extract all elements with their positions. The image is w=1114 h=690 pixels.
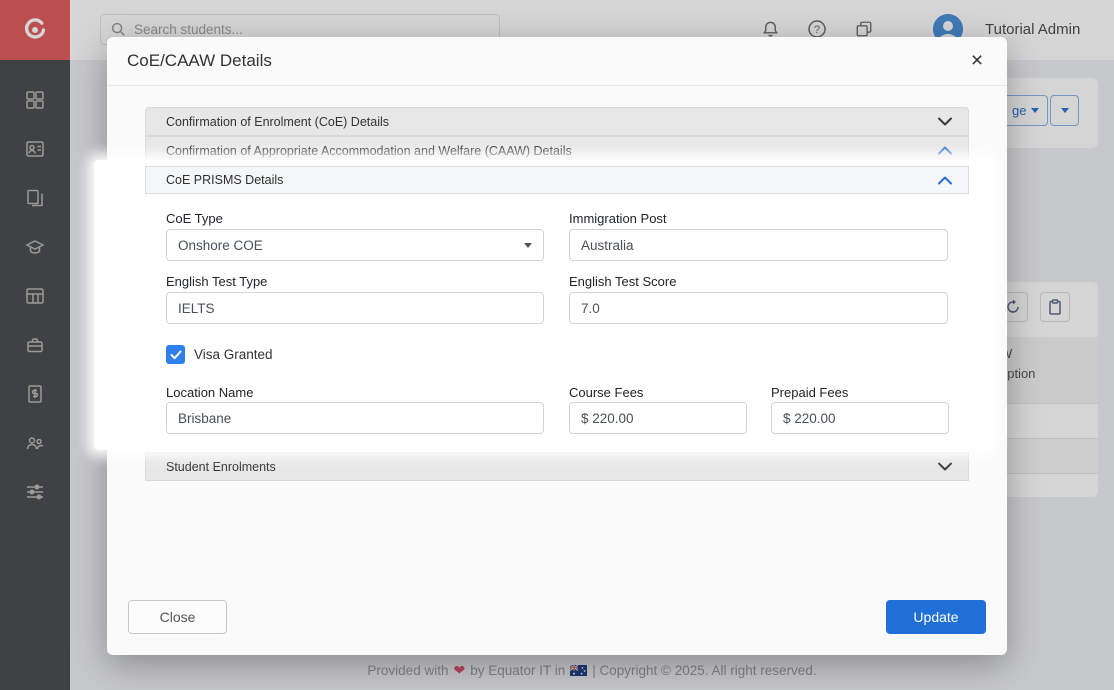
english-test-score-input[interactable] bbox=[569, 292, 948, 324]
chevron-down-icon bbox=[938, 117, 952, 126]
course-fees-input[interactable] bbox=[569, 402, 747, 434]
course-fees-label: Course Fees bbox=[569, 385, 643, 400]
location-name-input[interactable] bbox=[166, 402, 544, 434]
accordion-label: Confirmation of Enrolment (CoE) Details bbox=[166, 115, 389, 129]
accordion-coe-prisms-details[interactable]: CoE PRISMS Details bbox=[145, 166, 969, 194]
english-test-type-label: English Test Type bbox=[166, 274, 267, 289]
prepaid-fees-label: Prepaid Fees bbox=[771, 385, 848, 400]
coe-type-value: Onshore COE bbox=[178, 238, 263, 253]
chevron-down-icon bbox=[938, 462, 952, 471]
tutorial-spotlight: CoE PRISMS Details CoE Type Onshore COE … bbox=[94, 160, 990, 450]
coe-type-select[interactable]: Onshore COE bbox=[166, 229, 544, 261]
visa-granted-checkbox[interactable]: Visa Granted bbox=[166, 345, 273, 364]
checkbox-checked bbox=[166, 345, 185, 364]
chevron-up-icon bbox=[938, 176, 952, 185]
accordion-coe-details[interactable]: Confirmation of Enrolment (CoE) Details bbox=[145, 107, 969, 136]
immigration-post-label: Immigration Post bbox=[569, 211, 667, 226]
immigration-post-input[interactable] bbox=[569, 229, 948, 261]
close-icon[interactable]: × bbox=[965, 49, 989, 73]
english-test-type-input[interactable] bbox=[166, 292, 544, 324]
location-name-label: Location Name bbox=[166, 385, 253, 400]
update-button[interactable]: Update bbox=[886, 600, 986, 634]
accordion-label: Student Enrolments bbox=[166, 460, 276, 474]
accordion-student-enrolments[interactable]: Student Enrolments bbox=[145, 452, 969, 481]
visa-granted-label: Visa Granted bbox=[194, 347, 273, 362]
modal-title: CoE/CAAW Details bbox=[127, 37, 272, 85]
accordion-label: CoE PRISMS Details bbox=[166, 173, 283, 187]
accordion-label: Confirmation of Appropriate Accommodatio… bbox=[166, 144, 572, 158]
divider bbox=[107, 85, 1007, 86]
coe-type-label: CoE Type bbox=[166, 211, 223, 226]
check-icon bbox=[170, 350, 182, 360]
prepaid-fees-input[interactable] bbox=[771, 402, 949, 434]
select-caret-icon bbox=[524, 243, 532, 248]
close-button[interactable]: Close bbox=[128, 600, 227, 634]
english-test-score-label: English Test Score bbox=[569, 274, 676, 289]
chevron-up-icon bbox=[938, 146, 952, 155]
screen: ? Tutorial Admin bbox=[0, 0, 1114, 690]
